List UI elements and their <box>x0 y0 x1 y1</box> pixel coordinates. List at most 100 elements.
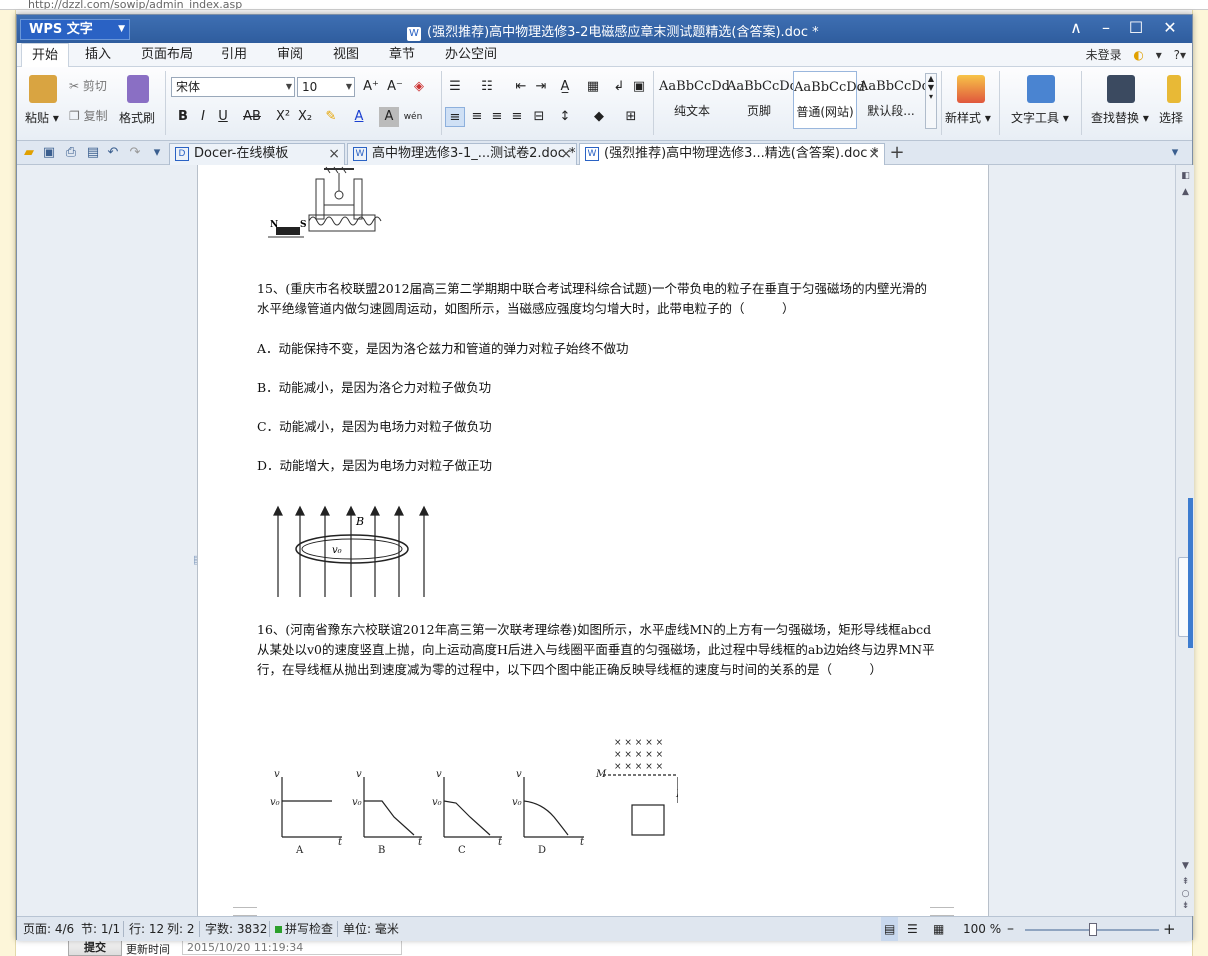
number-list-icon[interactable]: ☷ <box>477 77 497 97</box>
superscript-button[interactable]: X² <box>273 107 293 127</box>
close-button[interactable]: ✕ <box>1155 17 1185 39</box>
align-right-button[interactable]: ≡ <box>487 107 507 127</box>
close-icon[interactable]: × <box>560 144 572 164</box>
shirt-icon[interactable]: ▾ <box>1156 48 1162 62</box>
menu-chapter[interactable]: 章节 <box>379 43 425 67</box>
submit-button[interactable]: 提交 <box>68 940 122 956</box>
line-spacing-icon[interactable]: ↕ <box>555 107 575 127</box>
tab-list-icon[interactable]: ▾ <box>1167 145 1183 161</box>
zoom-level[interactable]: 100 % <box>963 917 1001 941</box>
highlight-icon[interactable]: ✎ <box>321 107 341 127</box>
spell-check-toggle[interactable]: 拼写检查 <box>275 917 333 941</box>
menu-review[interactable]: 审阅 <box>267 43 313 67</box>
scroll-up-icon[interactable]: ▲ <box>1179 187 1192 201</box>
style-normal-web[interactable]: AaBbCcDd 普通(网站) <box>793 71 865 129</box>
next-page-icon[interactable]: ⇟ <box>1179 901 1192 915</box>
minimize-button[interactable]: – <box>1091 17 1121 39</box>
decrease-indent-icon[interactable]: ⇤ <box>511 77 531 97</box>
style-plain-text[interactable]: AaBbCcDd 纯文本 <box>659 71 730 129</box>
customize-dropdown-icon[interactable]: ▾ <box>149 145 165 161</box>
menu-insert[interactable]: 插入 <box>75 43 121 67</box>
collapse-ribbon-icon[interactable]: ∧ <box>1061 17 1091 39</box>
status-unit[interactable]: 单位: 毫米 <box>343 917 399 941</box>
maximize-button[interactable]: ☐ <box>1121 17 1151 39</box>
menu-view[interactable]: 视图 <box>323 43 369 67</box>
new-style-button[interactable]: 新样式 ▾ <box>945 109 991 126</box>
document-page[interactable]: N S 15、(重庆市名校联盟2012届高三第二学期期中联合考试理科综合试题)一… <box>197 165 989 916</box>
font-name-select[interactable]: 宋体 ▼ <box>171 77 295 97</box>
underline-button[interactable]: U <box>213 107 233 127</box>
menu-references[interactable]: 引用 <box>211 43 257 67</box>
grow-font-icon[interactable]: A⁺ <box>361 77 381 97</box>
paragraph-mark-icon[interactable]: ↲ <box>609 77 629 97</box>
cut-button[interactable]: ✂ 剪切 <box>69 77 107 94</box>
select-icon[interactable] <box>1167 75 1181 103</box>
font-color-button[interactable]: A <box>349 107 369 127</box>
align-left-button[interactable]: ≡ <box>445 107 465 127</box>
save-icon[interactable]: ▣ <box>41 145 57 161</box>
tab-physics-32[interactable]: W (强烈推荐)高中物理选修3...精选(含答案).doc * × <box>579 143 885 165</box>
format-painter-icon[interactable] <box>127 75 149 103</box>
strikethrough-button[interactable]: AB <box>239 107 265 127</box>
copy-button[interactable]: ❐ 复制 <box>69 107 108 124</box>
close-icon[interactable]: × <box>328 144 340 164</box>
binoculars-icon[interactable] <box>1107 75 1135 103</box>
tab-docer[interactable]: D Docer-在线模板 × <box>169 143 345 165</box>
text-tools-button[interactable]: 文字工具 ▾ <box>1011 109 1069 126</box>
paste-icon[interactable] <box>29 75 57 103</box>
zoom-out-icon[interactable]: – <box>1007 917 1014 941</box>
status-page[interactable]: 页面: 4/6 <box>23 917 74 941</box>
menu-home[interactable]: 开始 <box>21 43 70 67</box>
new-tab-icon[interactable]: + <box>889 144 905 162</box>
status-word-count[interactable]: 字数: 3832 <box>205 917 267 941</box>
scroll-split-icon[interactable]: ◧ <box>1179 171 1192 185</box>
styles-scroll[interactable]: ▲ ▼ ▾ <box>925 73 937 129</box>
format-painter-button[interactable]: 格式刷 <box>119 109 155 126</box>
menu-page-layout[interactable]: 页面布局 <box>131 43 203 67</box>
text-tools-icon[interactable] <box>1027 75 1055 103</box>
align-center-button[interactable]: ≡ <box>467 107 487 127</box>
find-replace-button[interactable]: 查找替换 ▾ <box>1091 109 1149 126</box>
tab-physics-31[interactable]: W 高中物理选修3-1_...测试卷2.doc * × <box>347 143 577 165</box>
login-link[interactable]: 未登录 <box>1086 48 1122 62</box>
distribute-button[interactable]: ⊟ <box>529 107 549 127</box>
style-footer[interactable]: AaBbCcDd 页脚 <box>727 71 798 129</box>
increase-indent-icon[interactable]: ⇥ <box>531 77 551 97</box>
style-default-para[interactable]: AaBbCcDd 默认段... <box>859 71 930 129</box>
zoom-slider-thumb[interactable] <box>1089 923 1097 936</box>
asian-layout-icon[interactable]: A̲ <box>555 77 575 97</box>
undo-icon[interactable]: ↶ <box>105 145 121 161</box>
shading-icon[interactable]: ◆ <box>589 107 609 127</box>
web-view-icon[interactable]: ▦ <box>933 917 944 941</box>
redo-icon[interactable]: ↷ <box>127 145 143 161</box>
close-icon[interactable]: × <box>868 144 880 164</box>
phonetic-guide-icon[interactable]: wén <box>403 107 423 127</box>
print-preview-icon[interactable]: ▤ <box>85 145 101 161</box>
select-button[interactable]: 选择 <box>1159 109 1187 126</box>
font-size-select[interactable]: 10 ▼ <box>297 77 355 97</box>
subscript-button[interactable]: X₂ <box>295 107 315 127</box>
page-view-icon[interactable]: ▤ <box>881 917 899 941</box>
new-style-icon[interactable] <box>957 75 985 103</box>
table-grid-icon[interactable]: ▦ <box>583 77 603 97</box>
outline-view-icon[interactable]: ☰ <box>907 917 918 941</box>
italic-button[interactable]: I <box>193 107 213 127</box>
shrink-font-icon[interactable]: A⁻ <box>385 77 405 97</box>
bold-button[interactable]: B <box>173 107 193 127</box>
help-icon[interactable]: ?▾ <box>1174 48 1186 62</box>
open-folder-icon[interactable]: ▰ <box>21 145 37 161</box>
print-icon[interactable]: ⎙ <box>63 145 79 161</box>
update-time-field[interactable]: 2015/10/20 11:19:34 <box>182 940 402 955</box>
bullet-list-icon[interactable]: ☰ <box>445 77 465 97</box>
paste-button[interactable]: 粘贴 ▾ <box>25 109 59 126</box>
zoom-in-icon[interactable]: + <box>1163 917 1176 941</box>
text-box-icon[interactable]: ▣ <box>629 77 649 97</box>
justify-button[interactable]: ≡ <box>507 107 527 127</box>
menu-office-space[interactable]: 办公空间 <box>435 43 507 67</box>
border-icon[interactable]: ⊞ <box>621 107 641 127</box>
scroll-down-icon[interactable]: ▼ <box>1179 861 1192 875</box>
char-shading-button[interactable]: A <box>379 107 399 127</box>
clear-format-icon[interactable]: ◈ <box>409 77 429 97</box>
wps-app-menu-button[interactable]: WPS 文字 ▼ <box>20 19 130 40</box>
skin-icon[interactable]: ◐ <box>1133 48 1143 62</box>
